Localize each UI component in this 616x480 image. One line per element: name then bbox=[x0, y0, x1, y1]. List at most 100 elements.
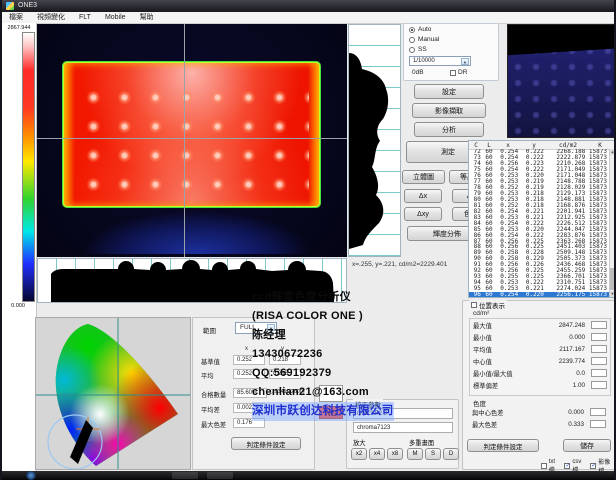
window-title: ONE3 bbox=[18, 0, 37, 12]
menu-item-檔案[interactable]: 檔案 bbox=[2, 12, 30, 23]
status-indicator-box bbox=[591, 333, 607, 341]
chroma-stats-rows: 與中心色差0.000最大色差0.333 bbox=[469, 406, 609, 430]
max-diff-label: 最大色差 bbox=[201, 420, 226, 429]
ref-y-field[interactable]: 0.218 bbox=[269, 355, 301, 365]
position-display-checkbox[interactable] bbox=[471, 302, 477, 308]
menu-item-視頻變化[interactable]: 視頻變化 bbox=[30, 12, 72, 23]
scroll-up-icon[interactable]: ▲ bbox=[610, 149, 615, 155]
dr-checkbox[interactable] bbox=[450, 70, 456, 76]
crosshair-vertical[interactable] bbox=[184, 24, 185, 257]
stat-row: 標準偏差1.00 bbox=[470, 379, 610, 391]
zoom-label: 放大 bbox=[353, 438, 366, 447]
crosshair-horizontal[interactable] bbox=[37, 138, 347, 139]
cie-horseshoe bbox=[36, 318, 190, 469]
col-y-header: y bbox=[281, 346, 284, 352]
table-cell: 60 bbox=[483, 291, 495, 297]
radio-label: Manual bbox=[418, 36, 439, 43]
zoom-x4-button[interactable]: x4 bbox=[369, 448, 385, 460]
save-button[interactable]: 儲存 bbox=[563, 439, 611, 452]
stat-value: 1.00 bbox=[531, 382, 591, 389]
measurement-table[interactable]: CLxycd/m2K 72600.2540.2222268.1881587373… bbox=[468, 140, 616, 298]
heatmap-blue-arc bbox=[82, 210, 312, 254]
multi-screen-label: 多重畫面 bbox=[409, 438, 434, 447]
stat-row: 與中心色差0.000 bbox=[469, 406, 609, 418]
judge-condition-button-2[interactable]: 判定條件設定 bbox=[231, 437, 301, 450]
calibration-param-2[interactable]: chroma7123 bbox=[353, 422, 453, 433]
menu-item-Mobile[interactable]: Mobile bbox=[98, 12, 133, 23]
file-checkbox[interactable]: ✓ bbox=[564, 463, 570, 469]
zoom-x2-button[interactable]: x2 bbox=[351, 448, 367, 460]
gain-label: 0dB bbox=[412, 69, 424, 76]
stat-row: 最小值0.000 bbox=[470, 331, 610, 343]
judge-condition-button[interactable]: 判定條件設定 bbox=[467, 439, 539, 452]
camera-preview[interactable] bbox=[507, 24, 616, 138]
cie-chromaticity-diagram[interactable] bbox=[35, 317, 191, 470]
stat-label: 最大色差 bbox=[472, 420, 530, 429]
calibration-panel: 校正參數 ONE3 F2.8 chroma7123 放大 多重畫面 x2x4x8… bbox=[346, 399, 459, 469]
range-value: FULL bbox=[240, 324, 256, 331]
table-cell: 0.220 bbox=[520, 291, 546, 297]
stat-row: 最大色差0.333 bbox=[469, 418, 609, 430]
radio-row-Manual[interactable]: Manual bbox=[409, 35, 498, 44]
range-label: 範圍 bbox=[203, 325, 216, 335]
file-checkbox[interactable] bbox=[541, 463, 547, 469]
heatmap-led-dots bbox=[74, 77, 309, 194]
analyze-button[interactable]: 分析 bbox=[414, 122, 484, 137]
shutter-speed-select[interactable]: 1/10000 ▼ bbox=[409, 56, 471, 66]
table-cell: 0.254 bbox=[495, 291, 521, 297]
calibration-param-1[interactable]: ONE3 F2.8 bbox=[353, 408, 453, 419]
stat-value: 2847.248 bbox=[531, 322, 591, 329]
delta-xy-button[interactable]: Δxy bbox=[404, 207, 442, 221]
view-3d-button[interactable]: 立體圖 bbox=[402, 170, 445, 184]
radio-row-Auto[interactable]: Auto bbox=[409, 25, 498, 34]
table-col-header: L bbox=[483, 142, 495, 149]
position-display-toggle[interactable]: 位置表示 bbox=[469, 300, 507, 310]
col-x-header: x bbox=[245, 346, 248, 352]
taskbar[interactable] bbox=[2, 471, 616, 480]
menu-item-幫助[interactable]: 幫助 bbox=[133, 12, 161, 23]
capture-button[interactable]: 影像擷取 bbox=[412, 103, 486, 118]
settings-button[interactable]: 設定 bbox=[414, 84, 484, 99]
table-col-header: C bbox=[469, 142, 483, 149]
dr-checkbox-row[interactable]: DR bbox=[450, 69, 467, 76]
menu-bar: 檔案視頻變化FLTMobile幫助 bbox=[2, 12, 616, 24]
table-scrollbar[interactable]: ▲ ▼ bbox=[609, 149, 615, 297]
luminance-image[interactable] bbox=[37, 24, 347, 257]
ref-x-field[interactable]: 0.252 bbox=[233, 355, 265, 365]
avg-y-field: 0.218 bbox=[269, 369, 301, 379]
ref-label: 基準值 bbox=[201, 357, 220, 366]
luminance-stats-box: 最大值2847.248最小值0.000平均值2117.167中心值2239.77… bbox=[469, 318, 611, 396]
status-indicator-box bbox=[591, 345, 607, 353]
scroll-thumb[interactable] bbox=[610, 268, 615, 290]
multi-M-button[interactable]: M bbox=[407, 448, 423, 460]
zoom-x8-button[interactable]: x8 bbox=[387, 448, 403, 460]
delta-x-button[interactable]: Δx bbox=[404, 189, 442, 203]
stat-value: 0.0 bbox=[531, 370, 591, 377]
status-indicator-box bbox=[590, 420, 606, 428]
radio-ss[interactable] bbox=[409, 47, 415, 53]
table-row[interactable]: 96600.2540.2202256.17515873 bbox=[469, 292, 609, 298]
stat-label: 中心值 bbox=[473, 357, 531, 366]
radio-manual[interactable] bbox=[409, 37, 415, 43]
table-col-header: x bbox=[495, 142, 521, 149]
multi-S-button[interactable]: S bbox=[425, 448, 441, 460]
taskbar-button[interactable] bbox=[207, 472, 233, 479]
scroll-down-icon[interactable]: ▼ bbox=[610, 291, 615, 297]
avg-diff-label: 平均差 bbox=[201, 405, 220, 414]
menu-item-FLT[interactable]: FLT bbox=[72, 12, 98, 23]
multi-D-button[interactable]: D bbox=[443, 448, 459, 460]
range-select[interactable]: FULL ▼ bbox=[235, 322, 277, 334]
radio-auto[interactable] bbox=[409, 27, 415, 33]
start-orb-icon[interactable] bbox=[26, 471, 36, 480]
file-checkbox[interactable]: ✓ bbox=[590, 463, 596, 469]
stat-value: 0.333 bbox=[530, 421, 590, 428]
status-indicator-box bbox=[591, 369, 607, 377]
table-cell: 96 bbox=[469, 291, 483, 297]
stat-label: 平均值 bbox=[473, 345, 531, 354]
radio-row-SS[interactable]: SS bbox=[409, 45, 498, 54]
max-diff-field: 0.176 bbox=[233, 418, 265, 428]
cursor-readout: x=.255, y=.221, cd/m2=2229.401 bbox=[352, 261, 447, 268]
title-bar[interactable]: ONE3 bbox=[2, 0, 616, 12]
taskbar-button[interactable] bbox=[172, 472, 198, 479]
vertical-profile-curve bbox=[349, 25, 400, 256]
